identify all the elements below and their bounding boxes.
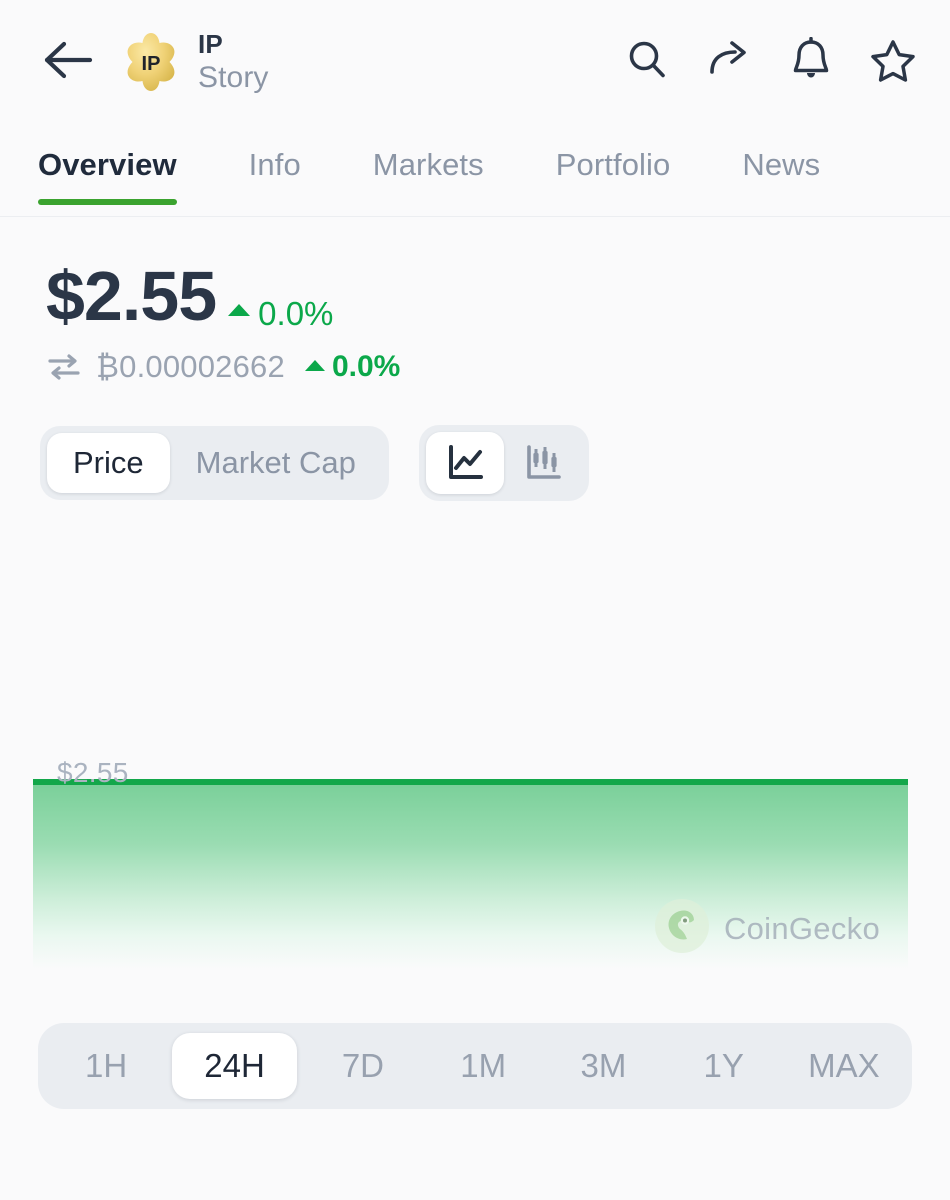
coin-logo-icon: IP bbox=[120, 31, 182, 93]
btc-change: 0.0% bbox=[304, 350, 401, 384]
line-chart-icon bbox=[444, 442, 486, 484]
tab-portfolio[interactable]: Portfolio bbox=[556, 125, 671, 183]
caret-up-icon bbox=[304, 359, 325, 371]
chart-plot-area[interactable]: $2.55 CoinGecko bbox=[33, 757, 908, 969]
metric-toggle: Price Market Cap bbox=[40, 426, 389, 500]
arrow-left-icon bbox=[40, 37, 96, 88]
price-usd: $2.55 bbox=[46, 257, 217, 335]
star-icon bbox=[870, 38, 916, 87]
favorite-button[interactable] bbox=[870, 40, 916, 86]
range-option-1m[interactable]: 1M bbox=[423, 1033, 543, 1099]
back-button[interactable] bbox=[38, 33, 98, 93]
time-range-selector: 1H 24H 7D 1M 3M 1Y MAX bbox=[38, 1023, 912, 1109]
section-tabs: Overview Info Markets Portfolio News bbox=[0, 125, 950, 217]
range-option-max[interactable]: MAX bbox=[784, 1033, 904, 1099]
search-button[interactable] bbox=[624, 40, 670, 86]
caret-up-icon bbox=[228, 304, 251, 316]
share-icon bbox=[706, 38, 752, 87]
chart-high-label: $2.55 bbox=[57, 757, 129, 788]
candlestick-chart-icon bbox=[522, 442, 564, 484]
chart-type-candlestick-button[interactable] bbox=[504, 432, 582, 494]
svg-text:IP: IP bbox=[142, 53, 161, 75]
tab-news[interactable]: News bbox=[742, 125, 820, 183]
notifications-button[interactable] bbox=[788, 36, 834, 88]
range-option-7d[interactable]: 7D bbox=[303, 1033, 423, 1099]
share-button[interactable] bbox=[706, 40, 752, 86]
range-option-24h[interactable]: 24H bbox=[172, 1033, 297, 1099]
chart-controls: Price Market Cap bbox=[40, 425, 950, 501]
metric-option-market-cap[interactable]: Market Cap bbox=[170, 433, 382, 493]
usd-change: 0.0% bbox=[228, 295, 333, 333]
chart-type-toggle bbox=[418, 425, 589, 501]
tab-info[interactable]: Info bbox=[249, 125, 301, 183]
tab-overview[interactable]: Overview bbox=[38, 125, 177, 205]
price-section: $2.55 0.0% ₿0.00002662 0.0% bbox=[0, 217, 950, 385]
app-header: IP IP Story bbox=[0, 0, 950, 125]
usd-price-row: $2.55 0.0% bbox=[46, 261, 950, 333]
range-option-1h[interactable]: 1H bbox=[46, 1033, 166, 1099]
coin-identity: IP IP Story bbox=[120, 30, 269, 95]
coin-name: Story bbox=[198, 61, 269, 95]
usd-change-value: 0.0% bbox=[258, 295, 334, 332]
bell-icon bbox=[790, 36, 832, 88]
coingecko-watermark: CoinGecko bbox=[654, 898, 880, 959]
price-btc: ₿0.00002662 bbox=[96, 349, 285, 384]
header-actions bbox=[624, 36, 916, 88]
search-icon bbox=[625, 38, 669, 87]
btc-price-row[interactable]: ₿0.00002662 0.0% bbox=[46, 349, 950, 385]
btc-change-value: 0.0% bbox=[331, 350, 401, 383]
chart-type-line-button[interactable] bbox=[425, 432, 504, 494]
swap-arrows-icon[interactable] bbox=[46, 349, 82, 385]
time-range-wrapper: 1H 24H 7D 1M 3M 1Y MAX bbox=[0, 1023, 950, 1109]
coin-symbol: IP bbox=[198, 29, 223, 60]
price-chart[interactable]: $2.55 CoinGecko bbox=[0, 511, 950, 1011]
range-option-1y[interactable]: 1Y bbox=[664, 1033, 784, 1099]
gecko-logo-icon bbox=[654, 898, 710, 959]
range-option-3m[interactable]: 3M bbox=[543, 1033, 663, 1099]
tab-markets[interactable]: Markets bbox=[373, 125, 484, 183]
watermark-label: CoinGecko bbox=[723, 910, 880, 946]
metric-option-price[interactable]: Price bbox=[47, 433, 170, 493]
